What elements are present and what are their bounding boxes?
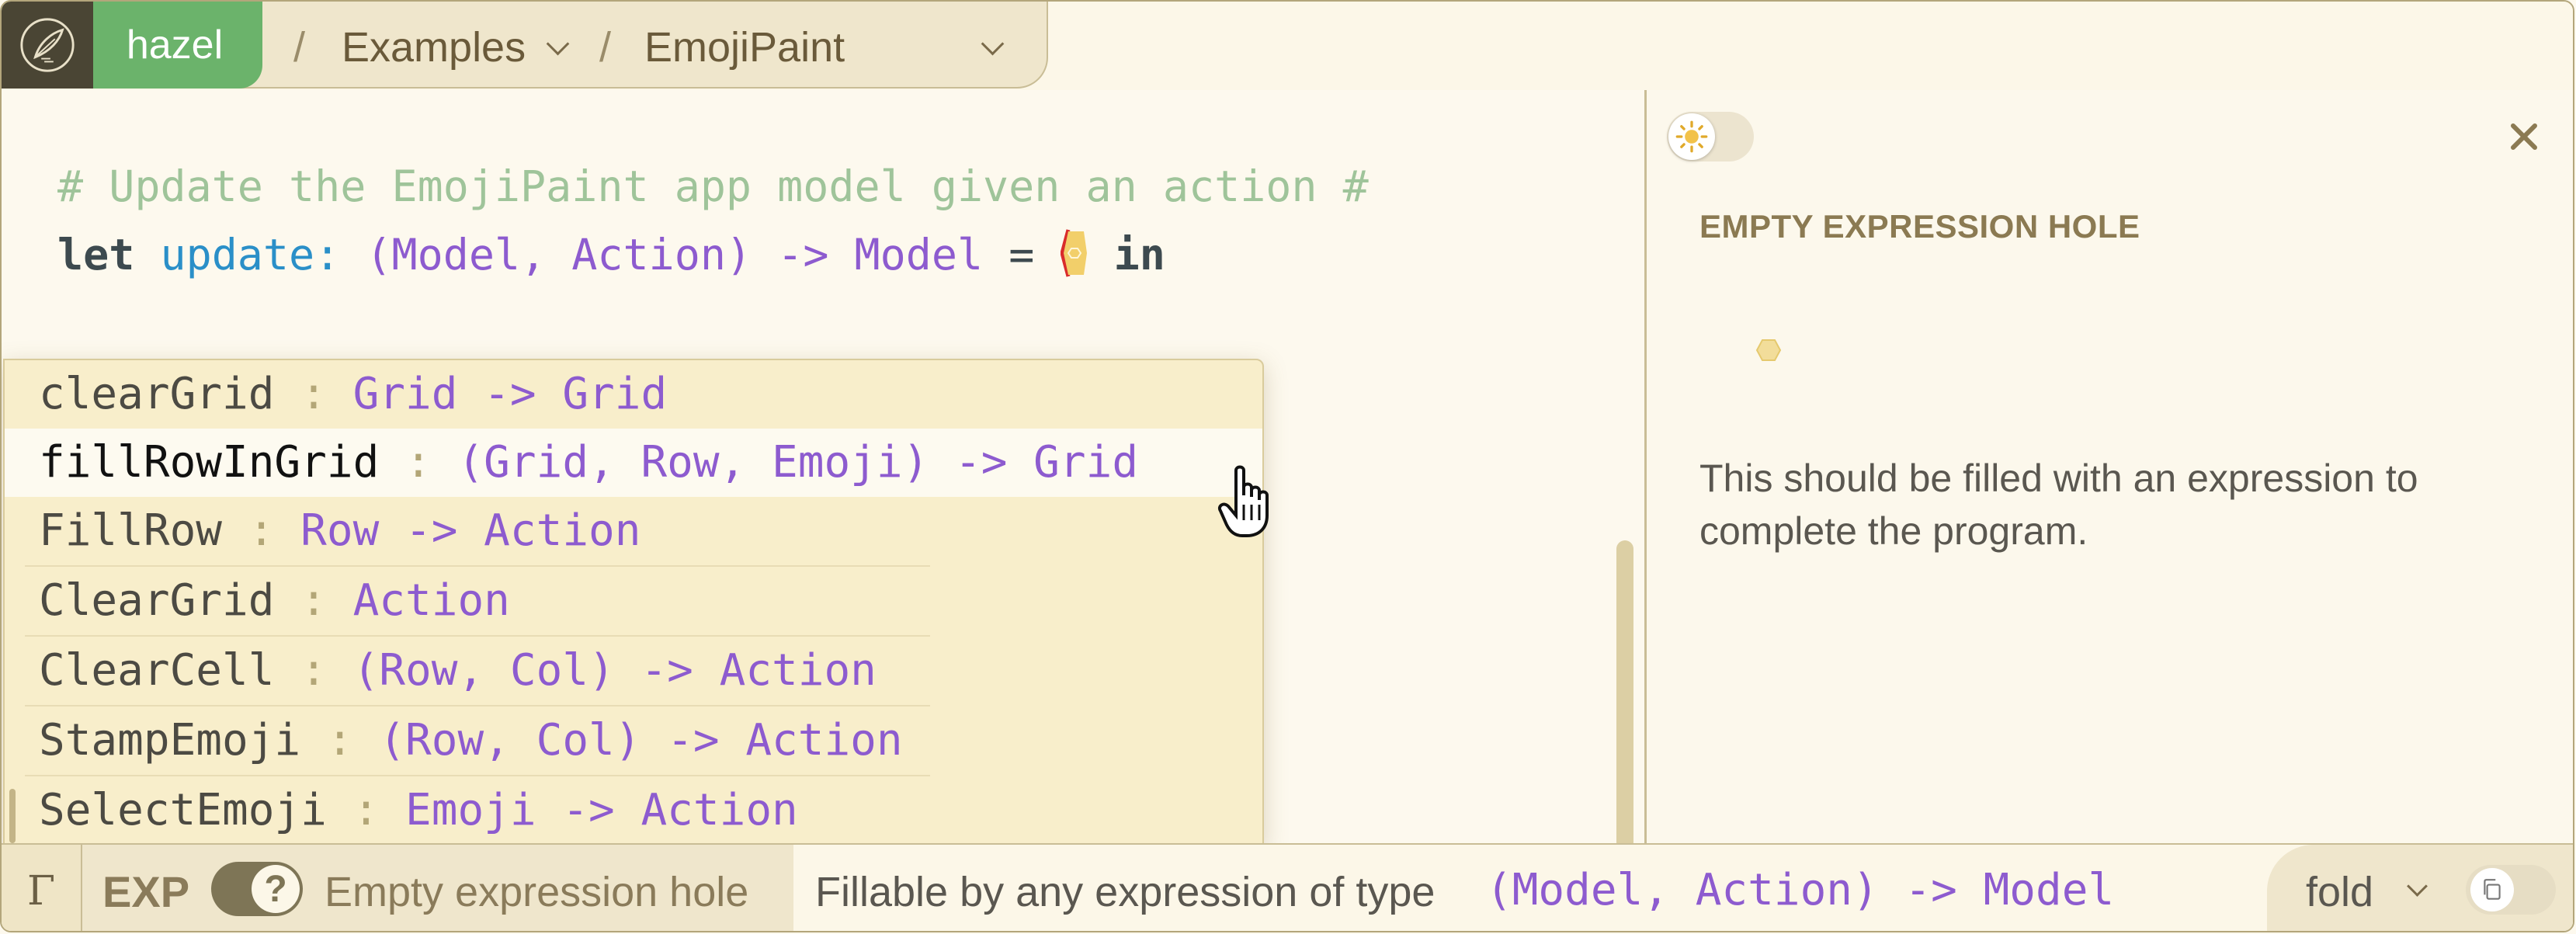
completion-name: FillRow <box>39 505 223 556</box>
chevron-down-icon[interactable] <box>2407 876 2428 897</box>
completion-colon: : <box>222 505 301 556</box>
equals-sign: = <box>1009 230 1035 280</box>
completion-item[interactable]: ClearGrid : Action <box>5 567 1262 635</box>
completion-type: Emoji -> Action <box>405 785 798 835</box>
completion-type: (Row, Col) -> Action <box>379 715 903 766</box>
status-bar: Γ EXP ? Empty expression hole Fillable b… <box>2 843 2573 931</box>
app-name-tab[interactable]: hazel <box>87 2 262 89</box>
hand-cursor-icon <box>1218 465 1269 537</box>
fold-control: fold <box>2267 845 2573 931</box>
sort-label: EXP <box>102 867 190 916</box>
breadcrumb-separator: / <box>599 24 612 71</box>
top-bar: / Examples / EmojiPaint hazel <box>2 2 2573 92</box>
completion-colon: : <box>379 437 458 488</box>
breadcrumb-examples[interactable]: Examples <box>342 23 526 71</box>
completion-item[interactable]: StampEmoji : (Row, Col) -> Action <box>5 707 1262 775</box>
sun-icon <box>1668 113 1715 160</box>
completion-popup: clearGrid : Grid -> Grid fillRowInGrid :… <box>3 359 1264 846</box>
completion-item[interactable]: FillRow : Row -> Action <box>5 497 1262 565</box>
help-icon: ? <box>252 865 300 913</box>
keyword-in: in <box>1113 230 1165 280</box>
completion-name: ClearCell <box>39 645 275 696</box>
completion-item[interactable]: ClearCell : (Row, Col) -> Action <box>5 637 1262 705</box>
completion-name: SelectEmoji <box>39 785 327 835</box>
breadcrumb: / Examples / EmojiPaint <box>234 2 1048 89</box>
editor-scrollbar[interactable] <box>1616 540 1633 851</box>
chevron-down-icon[interactable] <box>981 32 1005 56</box>
completion-item-selected[interactable]: fillRowInGrid : (Grid, Row, Emoji) -> Gr… <box>5 429 1262 497</box>
hazel-logo-icon[interactable] <box>2 2 93 89</box>
popup-scrollbar[interactable] <box>9 789 16 843</box>
completion-type: Grid -> Grid <box>352 369 668 419</box>
inspector-title: EMPTY EXPRESSION HOLE <box>1699 208 2140 245</box>
code-comment[interactable]: # Update the EmojiPaint app model given … <box>57 161 1369 211</box>
code-line-let[interactable]: let update: (Model, Action) -> Model = i… <box>57 228 1165 283</box>
app-window: / Examples / EmojiPaint hazel # Update t… <box>0 0 2574 932</box>
fold-dropdown[interactable]: fold <box>2306 868 2373 916</box>
explain-toggle[interactable]: ? <box>211 862 303 916</box>
cursor-info: EXP ? Empty expression hole <box>82 845 793 931</box>
completion-type: (Row, Col) -> Action <box>352 645 877 696</box>
keyword-let: let <box>57 230 135 280</box>
completion-colon: : <box>326 785 406 835</box>
chevron-down-icon[interactable] <box>546 32 570 56</box>
completion-type: (Grid, Row, Emoji) -> Grid <box>457 437 1139 488</box>
hole-kind-label: Empty expression hole <box>325 869 749 915</box>
completion-name: StampEmoji <box>39 715 301 766</box>
completion-colon: : <box>274 369 353 419</box>
completion-name: clearGrid <box>39 369 275 419</box>
copy-toggle[interactable] <box>2466 865 2556 915</box>
completion-type: Action <box>352 575 510 626</box>
completion-colon: : <box>274 575 353 626</box>
completion-colon: : <box>300 715 380 766</box>
theme-toggle[interactable] <box>1667 112 1754 161</box>
copy-icon <box>2470 868 2514 911</box>
completion-name: ClearGrid <box>39 575 275 626</box>
type-annotation-colon: : <box>314 230 341 280</box>
close-icon[interactable] <box>2501 113 2547 160</box>
breadcrumb-emojipaint[interactable]: EmojiPaint <box>644 23 845 71</box>
fillable-description: Fillable by any expression of type <box>815 869 1436 915</box>
expected-type: (Model, Action) -> Model <box>1486 865 2115 915</box>
completion-name: fillRowInGrid <box>39 437 380 488</box>
binding-name: update <box>160 230 315 280</box>
inspector-panel: EMPTY EXPRESSION HOLE This should be fil… <box>1644 90 2573 843</box>
empty-hole-icon <box>1755 339 1782 361</box>
completion-colon: : <box>274 645 353 696</box>
empty-hole-icon[interactable] <box>1059 228 1088 278</box>
completion-item[interactable]: clearGrid : Grid -> Grid <box>5 360 1262 429</box>
breadcrumb-separator: / <box>293 24 306 71</box>
context-toggle-button[interactable]: Γ <box>2 845 82 931</box>
completion-item[interactable]: SelectEmoji : Emoji -> Action <box>5 776 1262 845</box>
type-annotation: (Model, Action) -> Model <box>366 230 984 280</box>
completion-type: Row -> Action <box>300 505 641 556</box>
inspector-description: This should be filled with an expression… <box>1699 457 2418 553</box>
